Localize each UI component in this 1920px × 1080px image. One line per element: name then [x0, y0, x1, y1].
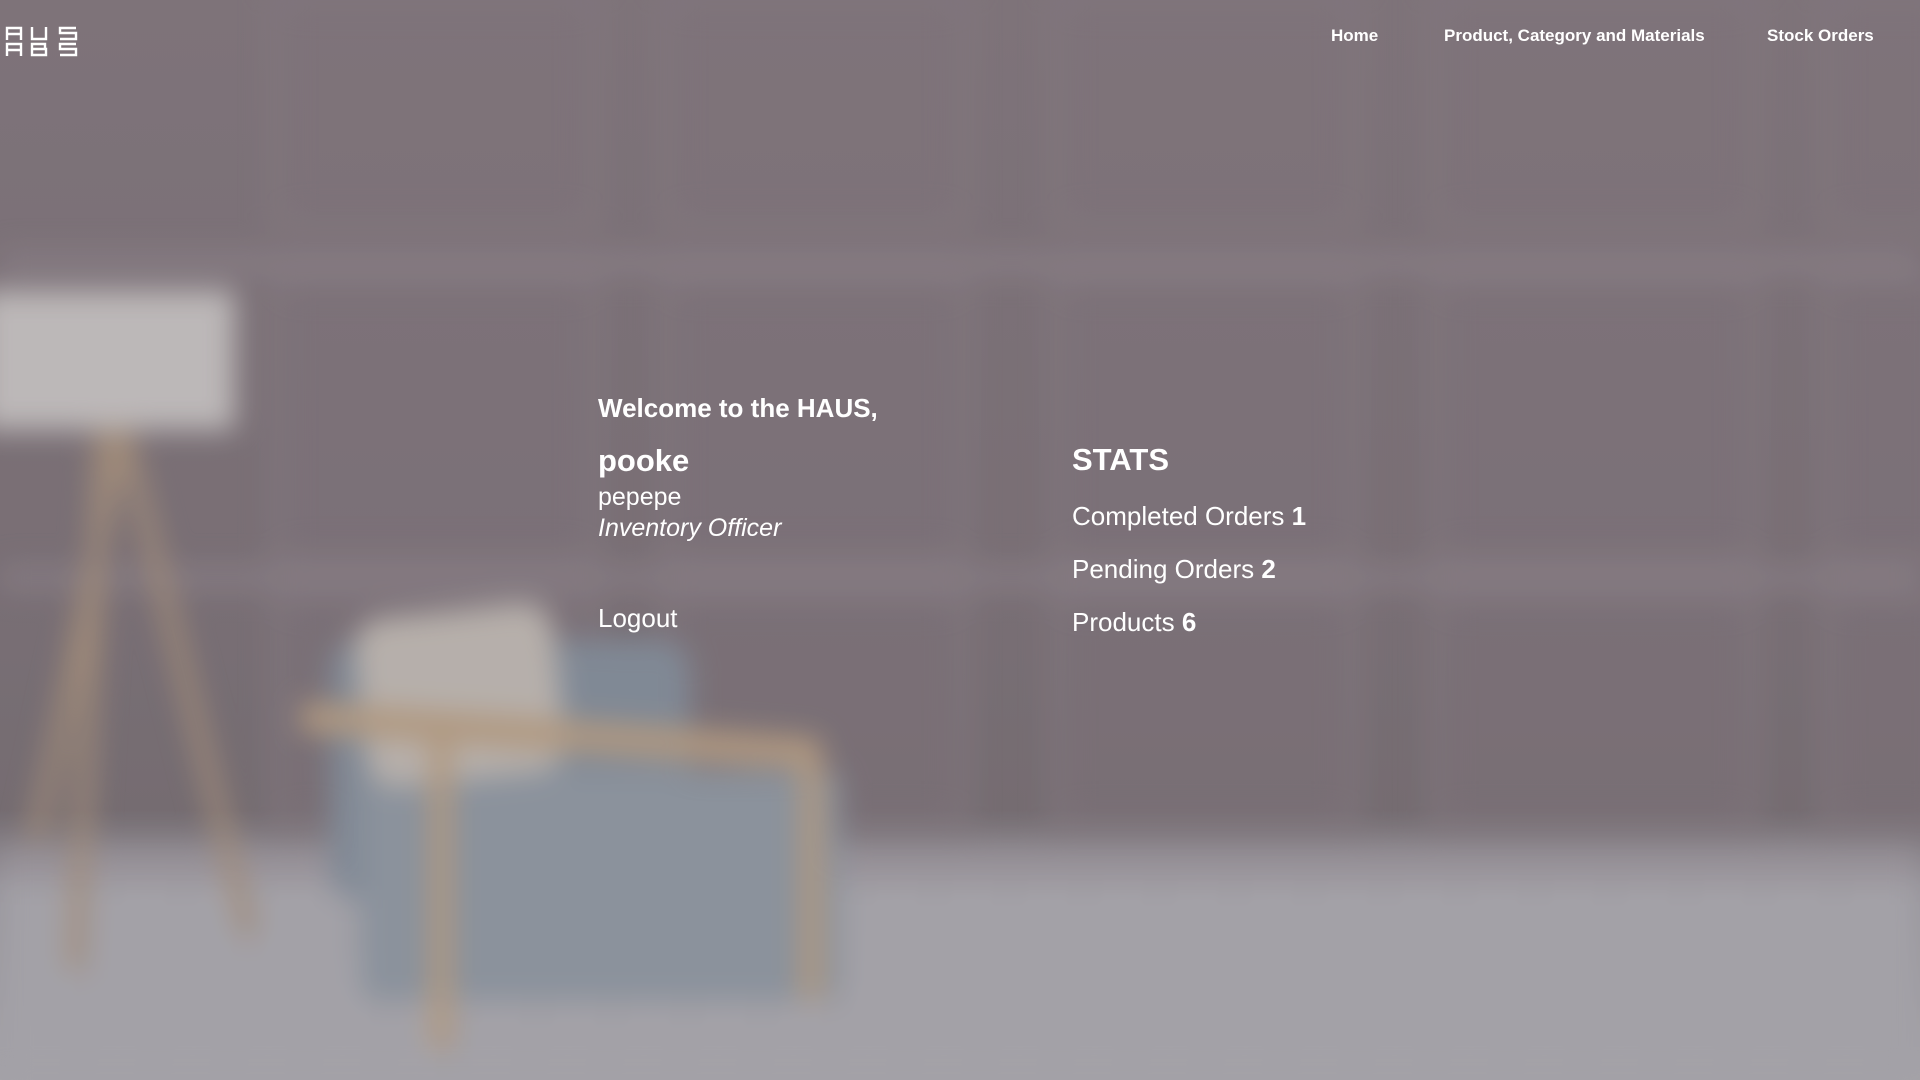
- logout-link[interactable]: Logout: [598, 602, 678, 634]
- nav-stock-orders-link[interactable]: Stock Orders: [1767, 26, 1874, 46]
- stats-title: STATS: [1072, 442, 1170, 477]
- stat-products: Products 6: [1072, 606, 1492, 638]
- stats-panel: STATS Completed Orders 1 Pending Orders …: [1072, 441, 1492, 638]
- user-full-name: pepepe: [598, 483, 682, 511]
- stat-value: 1: [1291, 501, 1307, 531]
- haus-logo[interactable]: [4, 24, 78, 58]
- welcome-greeting: Welcome to the HAUS,: [598, 393, 878, 423]
- nav-home-link[interactable]: Home: [1331, 26, 1378, 46]
- stat-label: Completed Orders: [1072, 501, 1285, 531]
- username: pooke: [598, 443, 690, 478]
- stat-completed-orders: Completed Orders 1: [1072, 500, 1492, 532]
- stat-value: 2: [1261, 554, 1276, 584]
- stat-label: Pending Orders: [1072, 554, 1255, 584]
- stat-value: 6: [1181, 607, 1197, 637]
- stat-label: Products: [1072, 607, 1175, 637]
- user-role: Inventory Officer: [598, 514, 782, 542]
- welcome-panel: Welcome to the HAUS, pooke pepepe Invent…: [598, 392, 1018, 544]
- nav-product-category-materials-link[interactable]: Product, Category and Materials: [1444, 26, 1705, 46]
- stat-pending-orders: Pending Orders 2: [1072, 553, 1492, 585]
